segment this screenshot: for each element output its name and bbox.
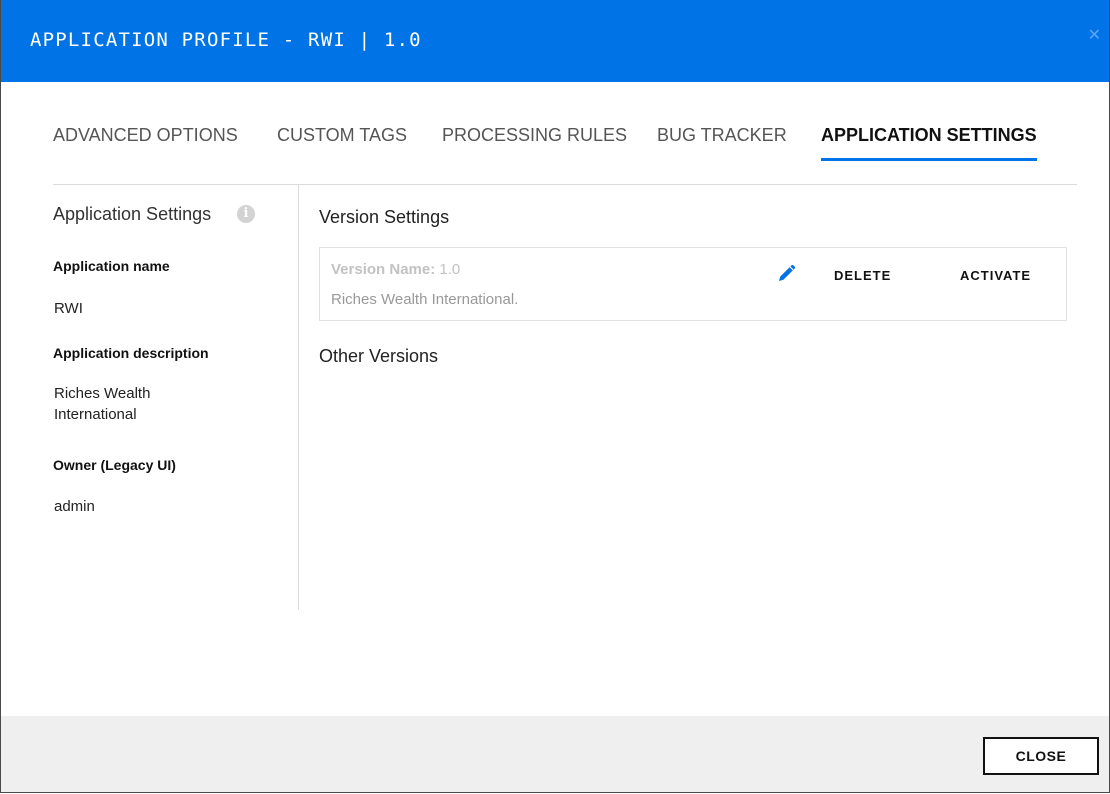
- tab-bug-tracker[interactable]: BUG TRACKER: [657, 125, 787, 146]
- tab-advanced-options[interactable]: ADVANCED OPTIONS: [53, 125, 238, 146]
- application-profile-dialog: APPLICATION PROFILE - RWI | 1.0 ✕ ADVANC…: [0, 0, 1110, 793]
- dialog-footer: CLOSE: [1, 716, 1109, 792]
- delete-button[interactable]: DELETE: [834, 268, 891, 283]
- version-settings-title: Version Settings: [319, 207, 450, 227]
- close-button[interactable]: CLOSE: [983, 737, 1099, 775]
- dialog-titlebar: APPLICATION PROFILE - RWI | 1.0 ✕: [1, 0, 1109, 82]
- owner-value: admin: [54, 498, 95, 515]
- sidebar-divider: [298, 184, 299, 610]
- version-name: Version Name: 1.0: [331, 261, 460, 278]
- info-icon[interactable]: i: [237, 205, 255, 223]
- tab-processing-rules[interactable]: PROCESSING RULES: [442, 125, 627, 146]
- version-card: Version Name: 1.0 Riches Wealth Internat…: [319, 247, 1067, 321]
- owner-label: Owner (Legacy UI): [53, 457, 176, 473]
- version-description: Riches Wealth International.: [331, 291, 519, 308]
- version-name-value: 1.0: [439, 261, 461, 278]
- activate-button[interactable]: ACTIVATE: [960, 268, 1031, 283]
- application-description-value: Riches Wealth International: [54, 385, 151, 423]
- sidebar-heading: Application Settings: [53, 204, 212, 224]
- close-icon[interactable]: ✕: [1088, 28, 1101, 44]
- application-name-label: Application name: [53, 258, 170, 274]
- dialog-title: APPLICATION PROFILE - RWI | 1.0: [30, 29, 422, 51]
- tabs-divider: [53, 184, 1077, 185]
- pencil-icon[interactable]: [776, 264, 796, 284]
- application-description-label: Application description: [53, 345, 209, 361]
- tab-custom-tags[interactable]: CUSTOM TAGS: [277, 125, 407, 146]
- application-name-value: RWI: [54, 300, 83, 317]
- other-versions-title: Other Versions: [319, 346, 439, 366]
- version-name-label: Version Name:: [331, 261, 436, 278]
- tab-application-settings[interactable]: APPLICATION SETTINGS: [821, 125, 1037, 161]
